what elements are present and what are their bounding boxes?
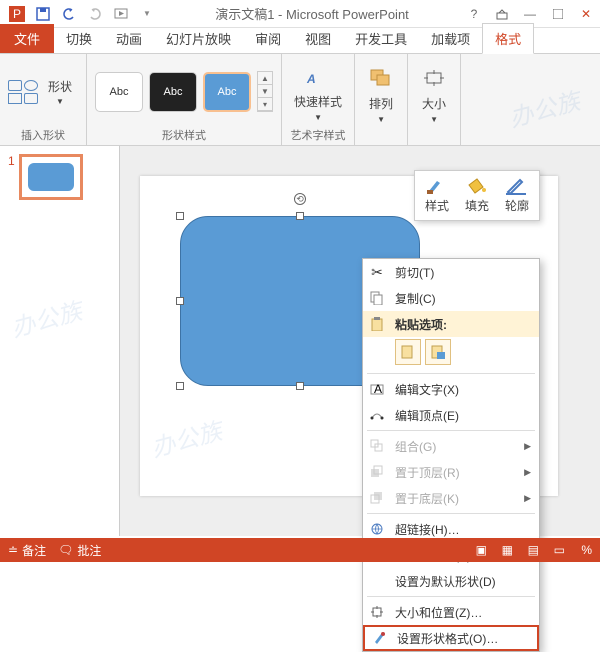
- edit-points-icon: [367, 405, 387, 425]
- close-button[interactable]: ✕: [572, 1, 600, 27]
- link-icon: [367, 519, 387, 539]
- resize-handle[interactable]: [296, 382, 304, 390]
- group-size: 大小▼: [408, 54, 461, 145]
- sorter-view[interactable]: ▦: [497, 542, 517, 558]
- size-icon: [367, 602, 387, 622]
- zoom-pct: %: [581, 543, 592, 557]
- quick-style-button[interactable]: A 快速样式▼: [290, 62, 346, 122]
- tab-switch[interactable]: 切换: [54, 24, 104, 53]
- ctx-bring-front: 置于顶层(R)▶: [363, 459, 539, 485]
- ribbon-tabs: 文件 开始 插入 切换 动画 幻灯片放映 审阅 视图 开发工具 加载项 格式: [0, 28, 600, 54]
- svg-text:P: P: [13, 7, 21, 21]
- copy-icon: [367, 288, 387, 308]
- paste-keep-formatting[interactable]: [395, 339, 421, 365]
- text-icon: A: [367, 379, 387, 399]
- ctx-group: 组合(G)▶: [363, 433, 539, 459]
- ctx-edit-text[interactable]: A编辑文字(X): [363, 376, 539, 402]
- group-label: 艺术字样式: [291, 125, 346, 143]
- resize-handle[interactable]: [176, 212, 184, 220]
- reading-view[interactable]: ▤: [523, 542, 543, 558]
- ctx-size-position[interactable]: 大小和位置(Z)…: [363, 599, 539, 625]
- qat-more-button[interactable]: ▼: [136, 3, 158, 25]
- ctx-set-default[interactable]: 设置为默认形状(D): [363, 568, 539, 594]
- slide-thumbnail-1[interactable]: [19, 154, 83, 200]
- thumb-shape-icon: [28, 163, 74, 191]
- size-button[interactable]: 大小▼: [416, 64, 452, 124]
- group-shape-styles: Abc Abc Abc ▲▼▾ 形状样式: [87, 54, 282, 145]
- group-insert-shape: 形状 ▼ 插入形状: [0, 54, 87, 145]
- tab-animation[interactable]: 动画: [104, 24, 154, 53]
- comments-button[interactable]: 🗨批注: [58, 542, 101, 559]
- normal-view[interactable]: ▣: [471, 542, 491, 558]
- tab-format[interactable]: 格式: [482, 23, 534, 54]
- tab-review[interactable]: 审阅: [243, 24, 293, 53]
- ctx-format-shape[interactable]: 设置形状格式(O)…: [363, 625, 539, 651]
- ctx-copy[interactable]: 复制(C): [363, 285, 539, 311]
- bring-front-icon: [367, 462, 387, 482]
- resize-handle[interactable]: [176, 382, 184, 390]
- ribbon: 形状 ▼ 插入形状 Abc Abc Abc ▲▼▾ 形状样式 A 快速样式▼ 艺…: [0, 54, 600, 146]
- ctx-edit-points[interactable]: 编辑顶点(E): [363, 402, 539, 428]
- tab-slideshow[interactable]: 幻灯片放映: [154, 24, 243, 53]
- pen-icon: [505, 177, 529, 195]
- group-arrange: 排列▼: [355, 54, 408, 145]
- clipboard-icon: [367, 314, 387, 334]
- context-menu: ✂剪切(T) 复制(C) 粘贴选项: A编辑文字(X) 编辑顶点(E) 组合(G…: [362, 258, 540, 652]
- mini-style-button[interactable]: 样式: [419, 175, 455, 216]
- rotate-handle[interactable]: ⟲: [294, 193, 306, 205]
- format-icon: [369, 628, 389, 648]
- style-swatch-2[interactable]: Abc: [149, 72, 197, 112]
- status-bar: ≐备注 🗨批注 ▣ ▦ ▤ ▭ %: [0, 538, 600, 562]
- redo-button[interactable]: [84, 3, 106, 25]
- paintbrush-icon: [425, 177, 449, 195]
- group-label: 形状样式: [162, 125, 206, 143]
- slideshow-view[interactable]: ▭: [549, 542, 569, 558]
- save-button[interactable]: [32, 3, 54, 25]
- slide-number: 1: [8, 154, 15, 200]
- mini-toolbar: 样式 填充 轮廓: [414, 170, 540, 221]
- style-swatch-1[interactable]: Abc: [95, 72, 143, 112]
- resize-handle[interactable]: [296, 212, 304, 220]
- group-quick-style: A 快速样式▼ 艺术字样式: [282, 54, 355, 145]
- shape-gallery[interactable]: [8, 80, 38, 104]
- window-title: 演示文稿1 - Microsoft PowerPoint: [164, 4, 460, 23]
- notes-button[interactable]: ≐备注: [8, 542, 46, 559]
- tab-file[interactable]: 文件: [0, 24, 54, 53]
- view-buttons: ▣ ▦ ▤ ▭: [471, 542, 569, 558]
- maximize-button[interactable]: [544, 1, 572, 27]
- shapes-button[interactable]: 形状 ▼: [42, 76, 78, 108]
- bucket-icon: [465, 177, 489, 195]
- gallery-more[interactable]: ▲▼▾: [257, 71, 273, 112]
- mini-fill-button[interactable]: 填充: [459, 175, 495, 216]
- ctx-send-back: 置于底层(K)▶: [363, 485, 539, 511]
- shapes-label: 形状: [48, 78, 72, 95]
- group-icon: [367, 436, 387, 456]
- scissors-icon: ✂: [367, 262, 387, 282]
- resize-handle[interactable]: [176, 297, 184, 305]
- group-label: 插入形状: [21, 125, 65, 143]
- tab-dev[interactable]: 开发工具: [343, 24, 419, 53]
- style-gallery[interactable]: Abc Abc Abc ▲▼▾: [95, 71, 273, 112]
- powerpoint-icon: P: [6, 3, 28, 25]
- quick-access-toolbar: P ▼: [0, 3, 164, 25]
- slide-thumbnails: 1: [0, 146, 120, 536]
- mini-outline-button[interactable]: 轮廓: [499, 175, 535, 216]
- ctx-cut[interactable]: ✂剪切(T): [363, 259, 539, 285]
- tab-view[interactable]: 视图: [293, 24, 343, 53]
- svg-text:A: A: [374, 382, 382, 396]
- send-back-icon: [367, 488, 387, 508]
- tab-addin[interactable]: 加载项: [419, 24, 482, 53]
- ctx-paste-options: [363, 337, 539, 371]
- undo-button[interactable]: [58, 3, 80, 25]
- paste-as-picture[interactable]: [425, 339, 451, 365]
- start-slideshow-button[interactable]: [110, 3, 132, 25]
- svg-text:A: A: [306, 72, 316, 86]
- arrange-button[interactable]: 排列▼: [363, 64, 399, 124]
- ctx-paste-label: 粘贴选项:: [363, 311, 539, 337]
- style-swatch-3[interactable]: Abc: [203, 72, 251, 112]
